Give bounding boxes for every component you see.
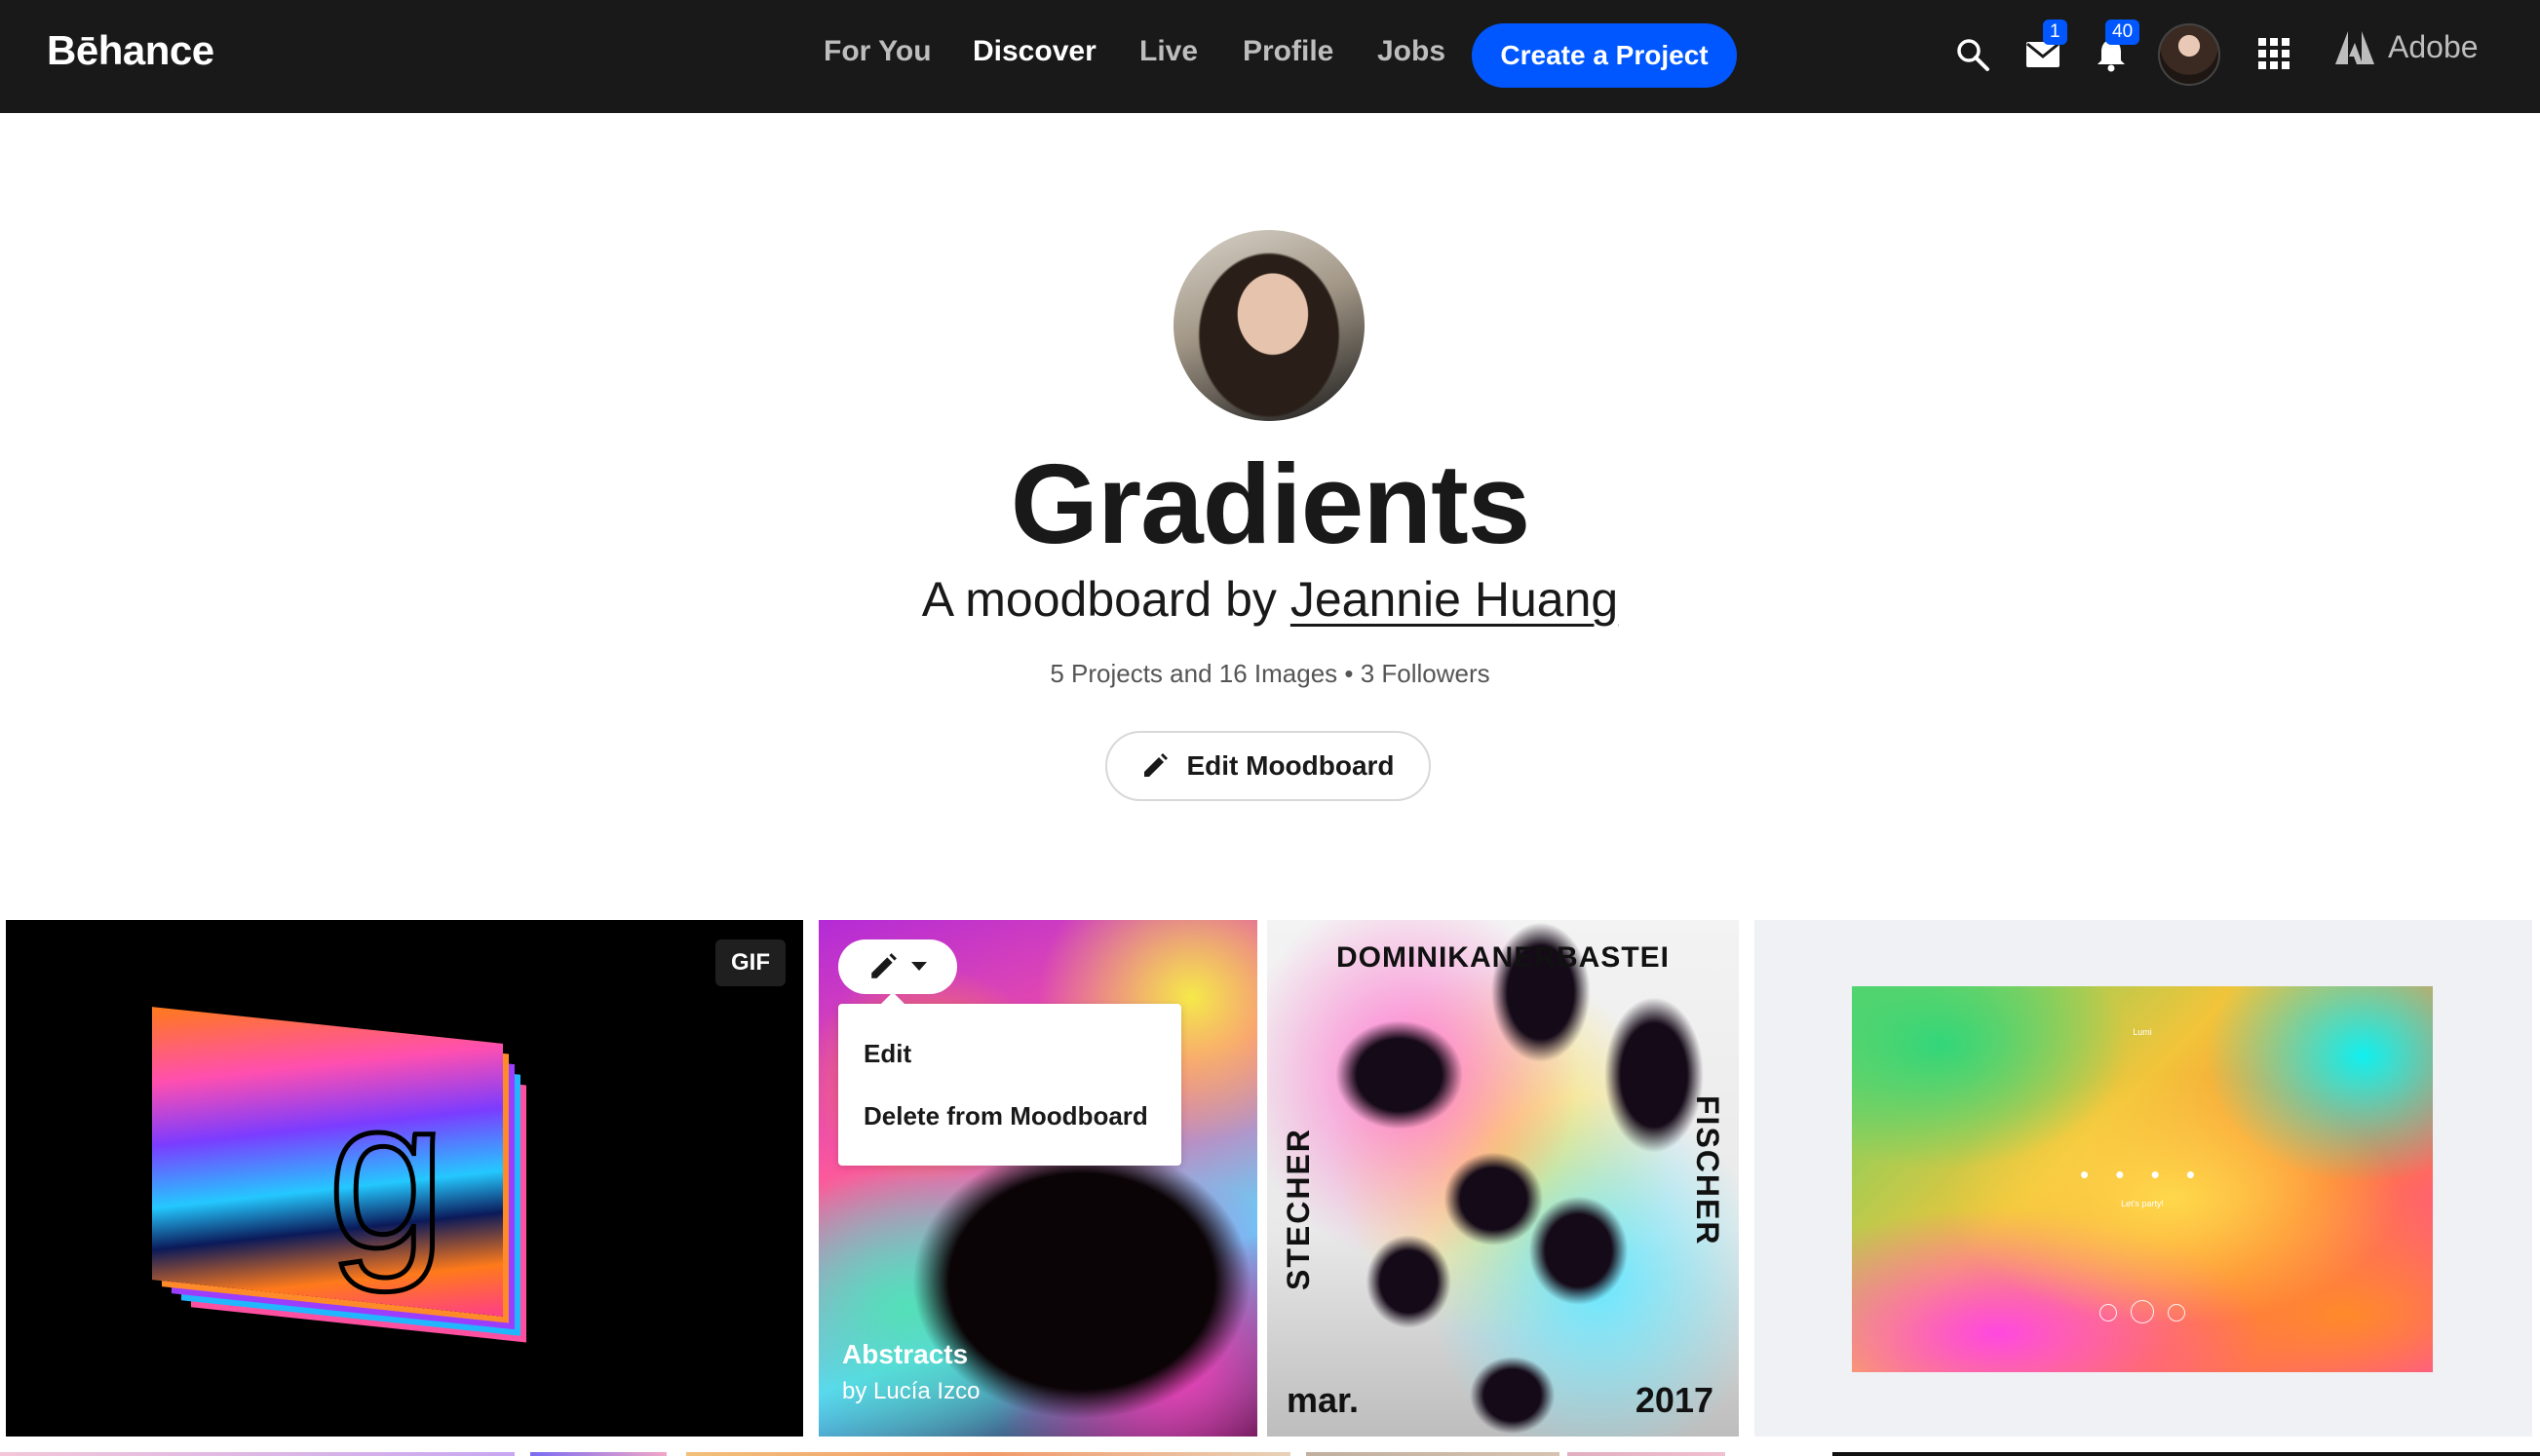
poster-right-text: FISCHER [1690,1095,1725,1246]
microphone-icon [2131,1300,2154,1323]
tile-edit-menu-button[interactable] [838,939,957,994]
poster-bottom-right-text: 2017 [1635,1380,1713,1420]
adobe-label: Adobe [2388,29,2479,64]
menu-item-edit[interactable]: Edit [864,1039,911,1069]
next-row-tile[interactable] [530,1452,667,1456]
screen-mockup-tile[interactable]: Lumi • • • • Let's party! [1754,920,2532,1437]
moodboard-owner-avatar[interactable] [1174,230,1365,421]
screen-subtitle: Let's party! [2121,1199,2164,1208]
notifications-badge: 40 [2105,19,2140,45]
moodboard-byline: A moodboard by Jeannie Huang [0,571,2540,628]
top-nav: Bēhance For You Discover Live Profile Jo… [0,0,2540,113]
screen-mockup: Lumi • • • • Let's party! [1852,986,2433,1372]
next-row-tile[interactable] [1832,1452,2540,1456]
poster-top-text: DOMINIKANERBASTEI [1335,941,1670,974]
poster-left-text: STECHER [1281,1128,1316,1290]
next-row-tile[interactable] [686,1452,1290,1456]
gif-badge: GIF [715,939,786,986]
gif-glyph: g [325,1054,448,1293]
poster-tile[interactable]: DOMINIKANERBASTEI STECHER FISCHER mar. 2… [1267,920,1739,1437]
project-title[interactable]: Abstracts [842,1339,968,1370]
pencil-icon [1144,753,1169,777]
moodboard-title: Gradients [1010,441,1530,567]
adobe-logo-icon [2335,30,2374,64]
nav-live[interactable]: Live [1139,35,1198,68]
caret-down-icon [911,962,927,971]
next-row-tile[interactable] [1306,1452,1559,1456]
messages-badge: 1 [2043,19,2067,45]
poster-artwork [1267,920,1739,1437]
owner-link[interactable]: Jeannie Huang [1290,572,1618,627]
next-row-tile[interactable] [0,1452,515,1456]
screen-control-icon [2099,1304,2117,1322]
screen-control-icon [2168,1304,2185,1322]
next-row-tile[interactable] [1567,1452,1725,1456]
pencil-icon [871,953,897,978]
tile-dropdown-menu: Edit Delete from Moodboard [838,992,1181,1166]
nav-for-you[interactable]: For You [824,35,932,68]
poster-bottom-left-text: mar. [1287,1380,1360,1420]
project-tile-abstracts[interactable]: Edit Delete from Moodboard Abstracts by … [819,920,1257,1437]
byline-prefix: A moodboard by [921,572,1277,627]
nav-jobs[interactable]: Jobs [1377,35,1445,68]
screen-app-label: Lumi [2133,1027,2152,1037]
apps-grid-icon[interactable] [2257,37,2290,70]
gif-tile[interactable]: g GIF [6,920,803,1437]
moodboard-stats: 5 Projects and 16 Images • 3 Followers [1050,659,1490,688]
menu-item-delete[interactable]: Delete from Moodboard [864,1101,1148,1131]
adobe-link[interactable]: Adobe [2335,29,2479,65]
edit-moodboard-label: Edit Moodboard [1186,750,1395,781]
edit-moodboard-button[interactable]: Edit Moodboard [1105,731,1431,801]
screen-dots: • • • • [2079,1160,2206,1189]
create-project-button[interactable]: Create a Project [1472,23,1737,88]
nav-discover[interactable]: Discover [973,35,1097,68]
nav-profile[interactable]: Profile [1243,35,1333,68]
screen-controls [1852,1300,2433,1323]
project-owner[interactable]: by Lucía Izco [842,1378,980,1405]
behance-logo[interactable]: Bēhance [47,27,214,74]
user-avatar[interactable] [2158,23,2220,86]
search-icon[interactable] [1953,35,1992,74]
